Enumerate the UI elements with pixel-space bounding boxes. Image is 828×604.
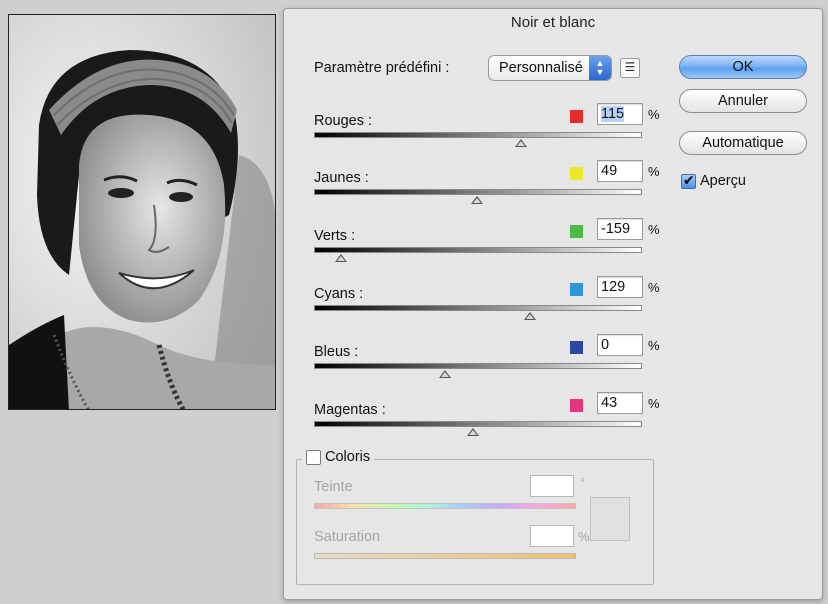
channel-ramp[interactable]: [314, 305, 642, 311]
slider-thumb-icon[interactable]: [471, 196, 484, 204]
channel-unit: %: [648, 164, 660, 179]
slider-thumb-icon[interactable]: [334, 254, 347, 262]
dialog-title: Noir et blanc: [510, 14, 596, 31]
ok-button[interactable]: OK: [679, 55, 807, 79]
channel-label: Cyans :: [314, 286, 364, 302]
portrait-image: [9, 15, 275, 409]
channel-color-swatch: [570, 399, 583, 412]
hue-label: Teinte: [314, 479, 353, 495]
channel-value-input[interactable]: 43: [597, 392, 643, 414]
channel-value: 43: [601, 395, 618, 411]
channel-unit: %: [648, 222, 660, 237]
saturation-unit: %: [578, 529, 590, 544]
photo-preview: [8, 14, 276, 410]
auto-button[interactable]: Automatique: [679, 131, 807, 155]
channel-value: 129: [601, 279, 626, 295]
preview-label: Aperçu: [700, 173, 746, 189]
channel-unit: %: [648, 396, 660, 411]
channel-label: Magentas :: [314, 402, 386, 418]
channel-ramp[interactable]: [314, 132, 642, 138]
channel-ramp[interactable]: [314, 189, 642, 195]
saturation-slider[interactable]: [314, 553, 576, 559]
channel-ramp[interactable]: [314, 363, 642, 369]
channel-unit: %: [648, 107, 660, 122]
channel-row: Bleus : 0%: [314, 330, 664, 386]
slider-thumb-icon[interactable]: [523, 312, 536, 320]
channel-value-input[interactable]: 115: [597, 103, 643, 125]
preset-menu-icon[interactable]: ☰: [620, 58, 640, 78]
hue-unit: °: [580, 475, 586, 490]
hue-input[interactable]: [530, 475, 574, 497]
channel-color-swatch: [570, 283, 583, 296]
channel-ramp[interactable]: [314, 421, 642, 427]
slider-thumb-icon[interactable]: [514, 139, 527, 147]
cancel-button[interactable]: Annuler: [679, 89, 807, 113]
channel-unit: %: [648, 280, 660, 295]
channel-value: -159: [601, 221, 631, 237]
channel-value: 0: [601, 337, 610, 353]
channel-row: Cyans : 129%: [314, 272, 664, 328]
preset-select[interactable]: Personnalisé ▲ ▼: [488, 55, 612, 81]
chevron-up-down-icon: ▲ ▼: [589, 56, 611, 80]
channel-value: 49: [601, 163, 618, 179]
coloris-label: Coloris: [325, 449, 371, 465]
slider-thumb-icon[interactable]: [467, 428, 480, 436]
hue-slider[interactable]: [314, 503, 576, 509]
coloris-toggle[interactable]: Coloris: [302, 449, 375, 465]
preset-label: Paramètre prédéfini :: [314, 60, 450, 76]
channel-row: Verts : -159%: [314, 214, 664, 270]
channel-label: Rouges :: [314, 113, 373, 129]
channel-label: Verts :: [314, 228, 356, 244]
channel-value-input[interactable]: 129: [597, 276, 643, 298]
slider-thumb-icon[interactable]: [439, 370, 452, 378]
channel-color-swatch: [570, 225, 583, 238]
channel-row: Rouges : 115%: [314, 99, 664, 155]
saturation-label: Saturation: [314, 529, 381, 545]
preset-row: Paramètre prédéfini : Personnalisé ▲ ▼ ☰: [314, 55, 640, 81]
channel-value-input[interactable]: 49: [597, 160, 643, 182]
channel-label: Jaunes :: [314, 170, 369, 186]
black-and-white-dialog: Noir et blanc Paramètre prédéfini : Pers…: [283, 8, 823, 600]
color-preview-swatch: [590, 497, 630, 541]
channel-label: Bleus :: [314, 344, 359, 360]
preset-value: Personnalisé: [499, 60, 583, 76]
channel-row: Jaunes : 49%: [314, 156, 664, 212]
saturation-input[interactable]: [530, 525, 574, 547]
coloris-checkbox[interactable]: [306, 449, 321, 465]
channel-ramp[interactable]: [314, 247, 642, 253]
preview-toggle[interactable]: Aperçu: [681, 172, 746, 189]
channel-row: Magentas : 43%: [314, 388, 664, 444]
channel-value: 115: [601, 106, 625, 122]
channel-color-swatch: [570, 341, 583, 354]
channel-unit: %: [648, 338, 660, 353]
channel-color-swatch: [570, 167, 583, 180]
channel-value-input[interactable]: -159: [597, 218, 643, 240]
preview-checkbox[interactable]: [681, 172, 696, 189]
channel-color-swatch: [570, 110, 583, 123]
channel-value-input[interactable]: 0: [597, 334, 643, 356]
